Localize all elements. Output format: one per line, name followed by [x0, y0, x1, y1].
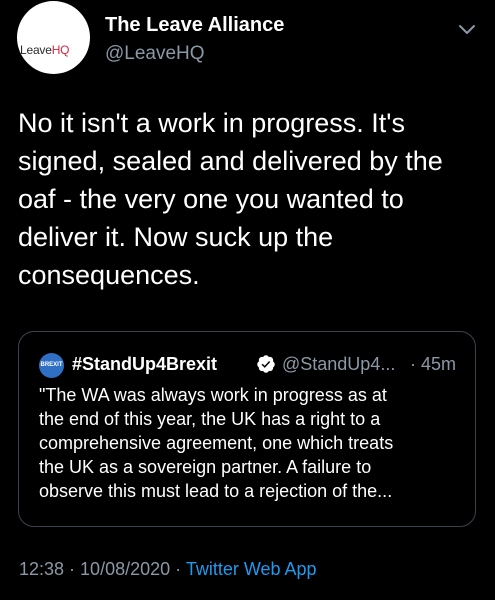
quoted-text-line: observe this must lead to a rejection of… [39, 481, 393, 501]
tweet-header: LeaveHQ The Leave Alliance @LeaveHQ [0, 0, 495, 90]
quoted-text-line: the UK as a sovereign partner. A failure… [39, 457, 372, 477]
quoted-display-name[interactable]: #StandUp4Brexit [72, 352, 217, 376]
tweet-source-link[interactable]: Twitter Web App [186, 559, 317, 579]
avatar[interactable]: LeaveHQ [17, 1, 90, 74]
tweet: LeaveHQ The Leave Alliance @LeaveHQ No i… [0, 0, 495, 600]
quoted-timestamp[interactable]: · 45m [410, 352, 456, 376]
quoted-text: "The WA was always work in progress as a… [39, 383, 469, 503]
display-name[interactable]: The Leave Alliance [105, 13, 284, 37]
quoted-tweet-card[interactable]: BREXIT #StandUp4Brexit @StandUp4... · 45… [18, 331, 476, 527]
tweet-text-line: No it isn't a work in progress. It's [18, 108, 405, 138]
quoted-text-line: "The WA was always work in progress as a… [39, 385, 387, 405]
tweet-text: No it isn't a work in progress. It's sig… [18, 104, 483, 294]
tweet-date[interactable]: 10/08/2020 [80, 559, 170, 579]
tweet-metadata: 12:38 · 10/08/2020 · Twitter Web App [19, 557, 317, 581]
meta-separator: · [64, 559, 81, 579]
chevron-down-icon[interactable] [456, 18, 478, 40]
meta-separator: · [170, 559, 186, 579]
quoted-avatar[interactable]: BREXIT [39, 353, 64, 378]
quoted-text-line: comprehensive agreement, one which treat… [39, 433, 394, 453]
tweet-text-line: oaf - the very one you wanted to [18, 184, 404, 214]
avatar-logo: LeaveHQ [20, 43, 70, 57]
tweet-text-line: consequences. [18, 260, 200, 290]
quoted-handle[interactable]: @StandUp4... [282, 352, 395, 376]
tweet-time[interactable]: 12:38 [19, 559, 64, 579]
quoted-text-line: the end of this year, the UK has a right… [39, 409, 381, 429]
user-handle[interactable]: @LeaveHQ [105, 42, 205, 66]
quoted-avatar-label: BREXIT [40, 362, 63, 368]
tweet-text-line: signed, sealed and delivered by the [18, 146, 443, 176]
verified-badge-icon [257, 355, 275, 373]
tweet-text-line: deliver it. Now suck up the [18, 222, 334, 252]
